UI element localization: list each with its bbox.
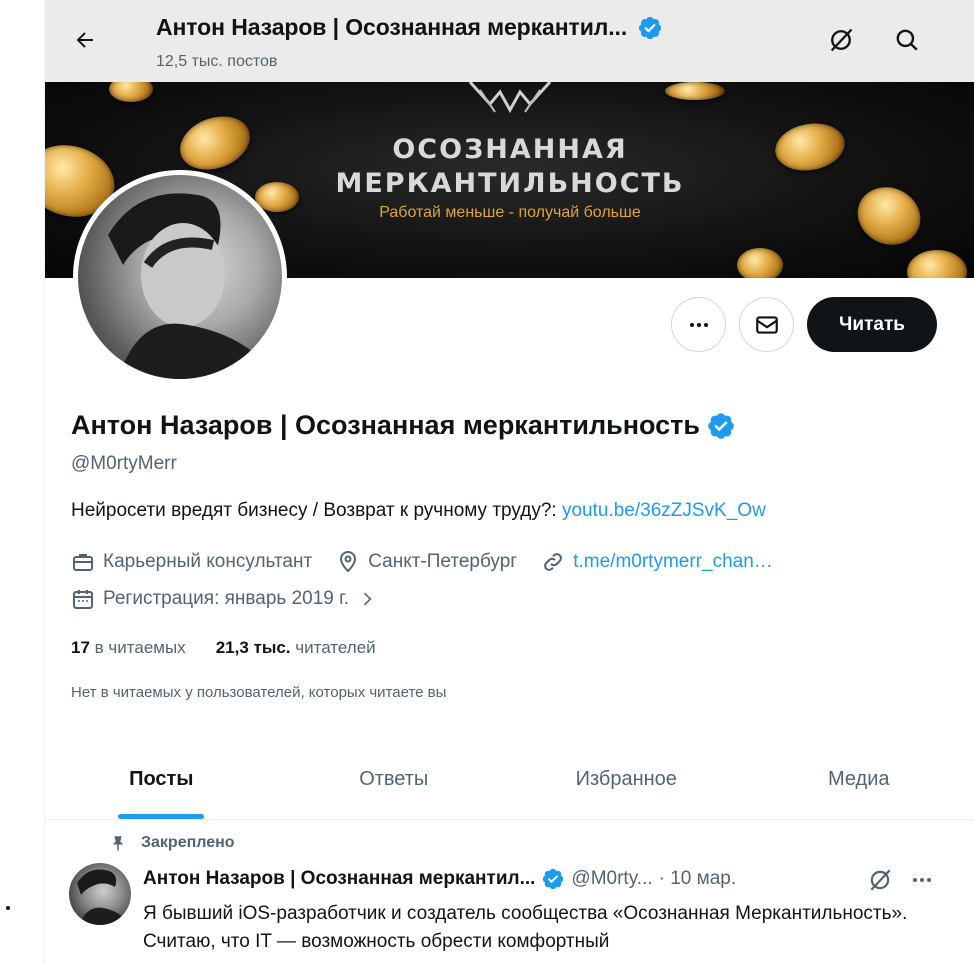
grok-button[interactable] <box>821 20 861 60</box>
tab-posts[interactable]: Посты <box>45 740 278 819</box>
joined-text: Регистрация: январь 2019 г. <box>103 588 350 609</box>
grok-icon <box>830 28 853 52</box>
arrow-left-icon <box>76 32 93 48</box>
banner-title-line1: ОСОЗНАННАЯ <box>392 134 628 165</box>
tweet-header: Антон Назаров | Осознанная меркантил... … <box>143 867 736 891</box>
more-horizontal-icon <box>913 878 931 882</box>
following-label: в читаемых <box>94 638 186 657</box>
tweet-author-handle[interactable]: @M0rty... <box>571 868 652 890</box>
location-text: Санкт-Петербург <box>368 551 518 572</box>
tab-likes[interactable]: Избранное <box>510 740 743 819</box>
follow-button[interactable]: Читать <box>807 297 937 352</box>
banner-logo-emblem <box>468 82 552 114</box>
post-count: 12,5 тыс. постов <box>156 53 278 70</box>
profile-column: Антон Назаров | Осознанная меркантил... … <box>44 0 974 965</box>
banner-coin-decoration <box>737 248 783 278</box>
tweet-author-avatar[interactable] <box>69 863 131 925</box>
grok-icon <box>870 869 891 891</box>
followed-by-note: Нет в читаемых у пользователей, которых … <box>71 684 447 701</box>
location-pin-icon <box>340 551 357 573</box>
banner-coin-decoration <box>665 82 725 100</box>
website-link[interactable]: t.me/m0rtymerr_chan… <box>573 551 773 573</box>
following-link[interactable]: 17 в читаемых <box>71 638 186 658</box>
followers-label: читателей <box>295 638 376 657</box>
verified-badge-icon <box>543 868 564 890</box>
verified-badge-icon[interactable] <box>706 411 736 441</box>
avatar-photo <box>78 175 282 379</box>
message-button[interactable] <box>739 297 794 352</box>
more-options-button[interactable] <box>671 297 726 352</box>
link-icon <box>544 553 563 571</box>
bio-link[interactable]: youtu.be/36zZJSvK_Ow <box>562 500 766 521</box>
chevron-right-icon <box>363 592 372 606</box>
verified-badge-icon <box>639 16 662 39</box>
page-bullet <box>6 906 10 910</box>
profile-location: Санкт-Петербург <box>336 550 517 574</box>
followers-count: 21,3 тыс. <box>215 638 291 657</box>
tab-media[interactable]: Медиа <box>743 740 974 819</box>
back-button[interactable] <box>65 20 105 60</box>
job-text: Карьерный консультант <box>103 551 313 572</box>
bio-text: Нейросети вредят бизнесу / Возврат к руч… <box>71 500 562 521</box>
pinned-indicator: Закреплено <box>109 834 235 852</box>
tweet-grok-button[interactable] <box>863 865 897 895</box>
profile-bio: Нейросети вредят бизнесу / Возврат к руч… <box>71 500 766 522</box>
profile-name: Антон Назаров | Осознанная меркантильнос… <box>71 410 701 440</box>
more-horizontal-icon <box>689 322 708 327</box>
avatar-portrait-illustration <box>108 193 278 379</box>
tweet-avatar-illustration <box>77 869 129 925</box>
follow-stats: 17 в читаемых 21,3 тыс. читателей <box>71 638 376 658</box>
search-button[interactable] <box>887 20 927 60</box>
tweet-more-button[interactable] <box>905 865 939 895</box>
following-count: 17 <box>71 638 90 657</box>
banner-coin-decoration <box>109 82 153 102</box>
profile-job: Карьерный консультант <box>71 550 312 574</box>
envelope-icon <box>755 315 778 334</box>
pinned-label: Закреплено <box>141 834 235 851</box>
profile-handle: @M0rtyMerr <box>71 453 177 474</box>
followers-link[interactable]: 21,3 тыс. читателей <box>216 638 376 658</box>
tweet-author-name[interactable]: Антон Назаров | Осознанная меркантил... <box>143 868 535 890</box>
tab-replies[interactable]: Ответы <box>278 740 511 819</box>
profile-website[interactable]: t.me/m0rtymerr_chan… <box>541 550 773 574</box>
profile-header-bar: Антон Назаров | Осознанная меркантил... … <box>45 0 974 82</box>
tweet-date[interactable]: · 10 мар. <box>659 868 737 890</box>
briefcase-icon <box>73 554 93 571</box>
profile-joined[interactable]: Регистрация: январь 2019 г. <box>71 587 377 611</box>
tweet-text: Я бывший iOS-разработчик и создатель соо… <box>143 903 908 952</box>
profile-tabs: Посты Ответы Избранное Медиа <box>45 740 974 820</box>
header-title: Антон Назаров | Осознанная меркантил... <box>156 14 628 40</box>
search-icon <box>896 29 918 51</box>
banner-coin-decoration <box>907 250 967 278</box>
calendar-icon <box>73 590 93 609</box>
profile-avatar[interactable] <box>73 170 287 384</box>
pin-icon <box>112 836 124 851</box>
